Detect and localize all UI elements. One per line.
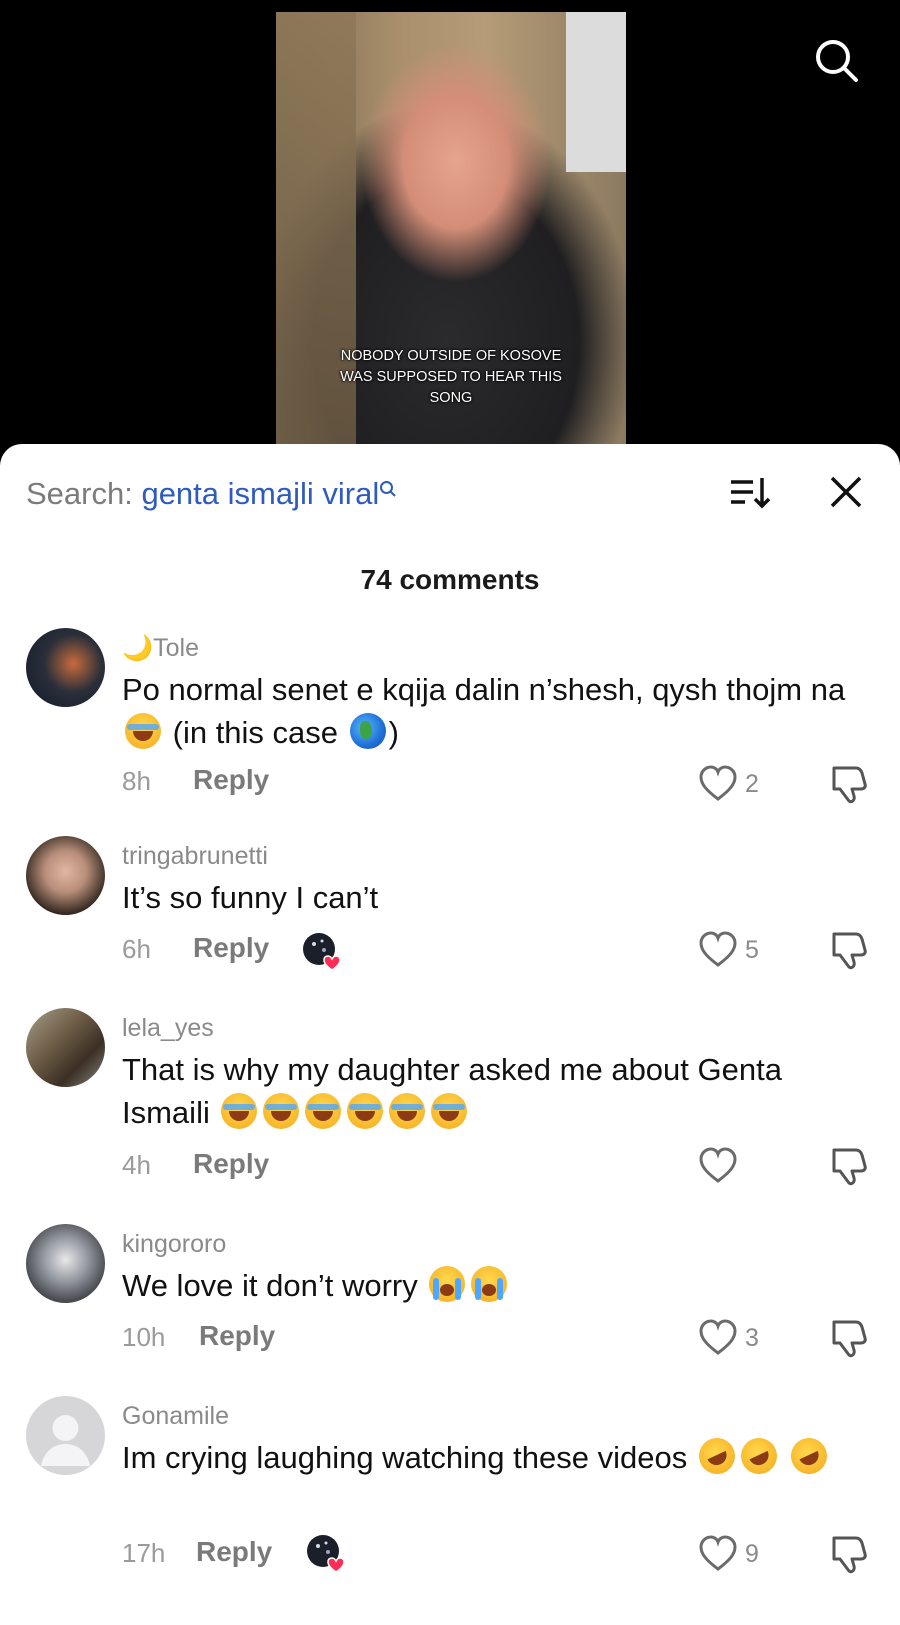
comment-text: That is why my daughter asked me about G… xyxy=(122,1048,862,1134)
laughing-tears-emoji xyxy=(305,1093,342,1129)
video-image-background xyxy=(566,12,626,172)
avatar[interactable] xyxy=(26,1396,105,1475)
like-count: 3 xyxy=(745,1324,759,1352)
search-icon[interactable] xyxy=(812,36,860,84)
video-frame[interactable]: NOBODY OUTSIDE OF KOSOVE WAS SUPPOSED TO… xyxy=(276,12,626,460)
comment-count: 74 comments xyxy=(360,564,540,595)
avatar[interactable] xyxy=(26,836,105,915)
comment-text-part: (in this case xyxy=(172,715,339,750)
reply-button[interactable]: Reply xyxy=(193,932,269,964)
rofl-emoji xyxy=(692,1432,741,1480)
search-term-link[interactable]: genta ismajli viral xyxy=(141,476,379,511)
caption-line: SONG xyxy=(429,390,473,406)
like-count: 2 xyxy=(745,770,759,798)
thumbs-down-icon[interactable] xyxy=(826,1144,870,1188)
caption-line: NOBODY OUTSIDE OF KOSOVE xyxy=(340,348,562,364)
comment-text-part: We love it don’t worry xyxy=(122,1268,418,1303)
comment-text: It’s so funny I can’t xyxy=(122,880,379,915)
comment-time: 10h xyxy=(122,1322,166,1352)
creator-liked-badge xyxy=(302,932,342,972)
comment-username[interactable]: kingororo xyxy=(122,1230,226,1259)
reply-button[interactable]: Reply xyxy=(193,764,269,796)
video-caption: NOBODY OUTSIDE OF KOSOVE WAS SUPPOSED TO… xyxy=(276,346,626,409)
like-count: 9 xyxy=(745,1540,759,1568)
avatar[interactable] xyxy=(26,1224,105,1303)
reply-button[interactable]: Reply xyxy=(193,1148,269,1180)
creator-liked-badge xyxy=(306,1534,346,1574)
heart-outline-icon[interactable] xyxy=(698,1534,738,1574)
globe-emoji xyxy=(349,713,386,749)
caption-line: WAS SUPPOSED TO HEAR THIS xyxy=(340,369,562,385)
thumbs-down-icon[interactable] xyxy=(826,1316,870,1360)
laughing-tears-emoji xyxy=(431,1093,468,1129)
laughing-tears-emoji xyxy=(125,713,161,749)
search-small-icon xyxy=(379,481,397,502)
avatar[interactable] xyxy=(26,1008,105,1087)
search-prefix: Search: xyxy=(26,476,142,511)
comments-sheet: Search: genta ismajli viral 74 comments … xyxy=(0,444,900,1625)
heart-outline-icon[interactable] xyxy=(698,1146,738,1186)
comment-text-part: ) xyxy=(388,715,399,750)
comment-time: 8h xyxy=(122,766,151,796)
loudly-crying-emoji xyxy=(429,1266,466,1302)
comment-text-part: Im crying laughing watching these videos xyxy=(122,1440,688,1475)
comment-username[interactable]: 🌙Tole xyxy=(122,634,199,663)
reply-button[interactable]: Reply xyxy=(199,1320,275,1352)
laughing-tears-emoji xyxy=(221,1093,258,1129)
rofl-emoji xyxy=(785,1432,834,1480)
laughing-tears-emoji xyxy=(263,1093,300,1129)
comment-text: Po normal senet e kqija dalin n’shesh, q… xyxy=(122,668,862,754)
laughing-tears-emoji xyxy=(347,1093,384,1129)
reply-button[interactable]: Reply xyxy=(196,1536,272,1568)
comment-text-part: Po normal senet e kqija dalin n’shesh, q… xyxy=(122,672,846,707)
loudly-crying-emoji xyxy=(471,1266,508,1302)
comment-time: 6h xyxy=(122,934,151,964)
thumbs-down-icon[interactable] xyxy=(826,1532,870,1576)
thumbs-down-icon[interactable] xyxy=(826,928,870,972)
heart-outline-icon[interactable] xyxy=(698,1318,738,1358)
heart-outline-icon[interactable] xyxy=(698,764,738,804)
rofl-emoji xyxy=(734,1432,783,1480)
comment-username[interactable]: tringabrunetti xyxy=(122,842,268,871)
heart-outline-icon[interactable] xyxy=(698,930,738,970)
comment-text: We love it don’t worry xyxy=(122,1264,862,1307)
like-count: 5 xyxy=(745,936,759,964)
comment-text: Im crying laughing watching these videos xyxy=(122,1432,862,1480)
close-icon[interactable] xyxy=(822,468,870,516)
laughing-tears-emoji xyxy=(389,1093,426,1129)
comment-username[interactable]: Gonamile xyxy=(122,1402,229,1431)
thumbs-down-icon[interactable] xyxy=(826,762,870,806)
comment-username[interactable]: lela_yes xyxy=(122,1014,214,1043)
comment-time: 4h xyxy=(122,1150,151,1180)
search-suggestion[interactable]: Search: genta ismajli viral xyxy=(26,476,397,512)
sort-icon[interactable] xyxy=(725,468,773,516)
comment-time: 17h xyxy=(122,1538,166,1568)
avatar[interactable] xyxy=(26,628,105,707)
video-player[interactable]: NOBODY OUTSIDE OF KOSOVE WAS SUPPOSED TO… xyxy=(0,0,900,460)
